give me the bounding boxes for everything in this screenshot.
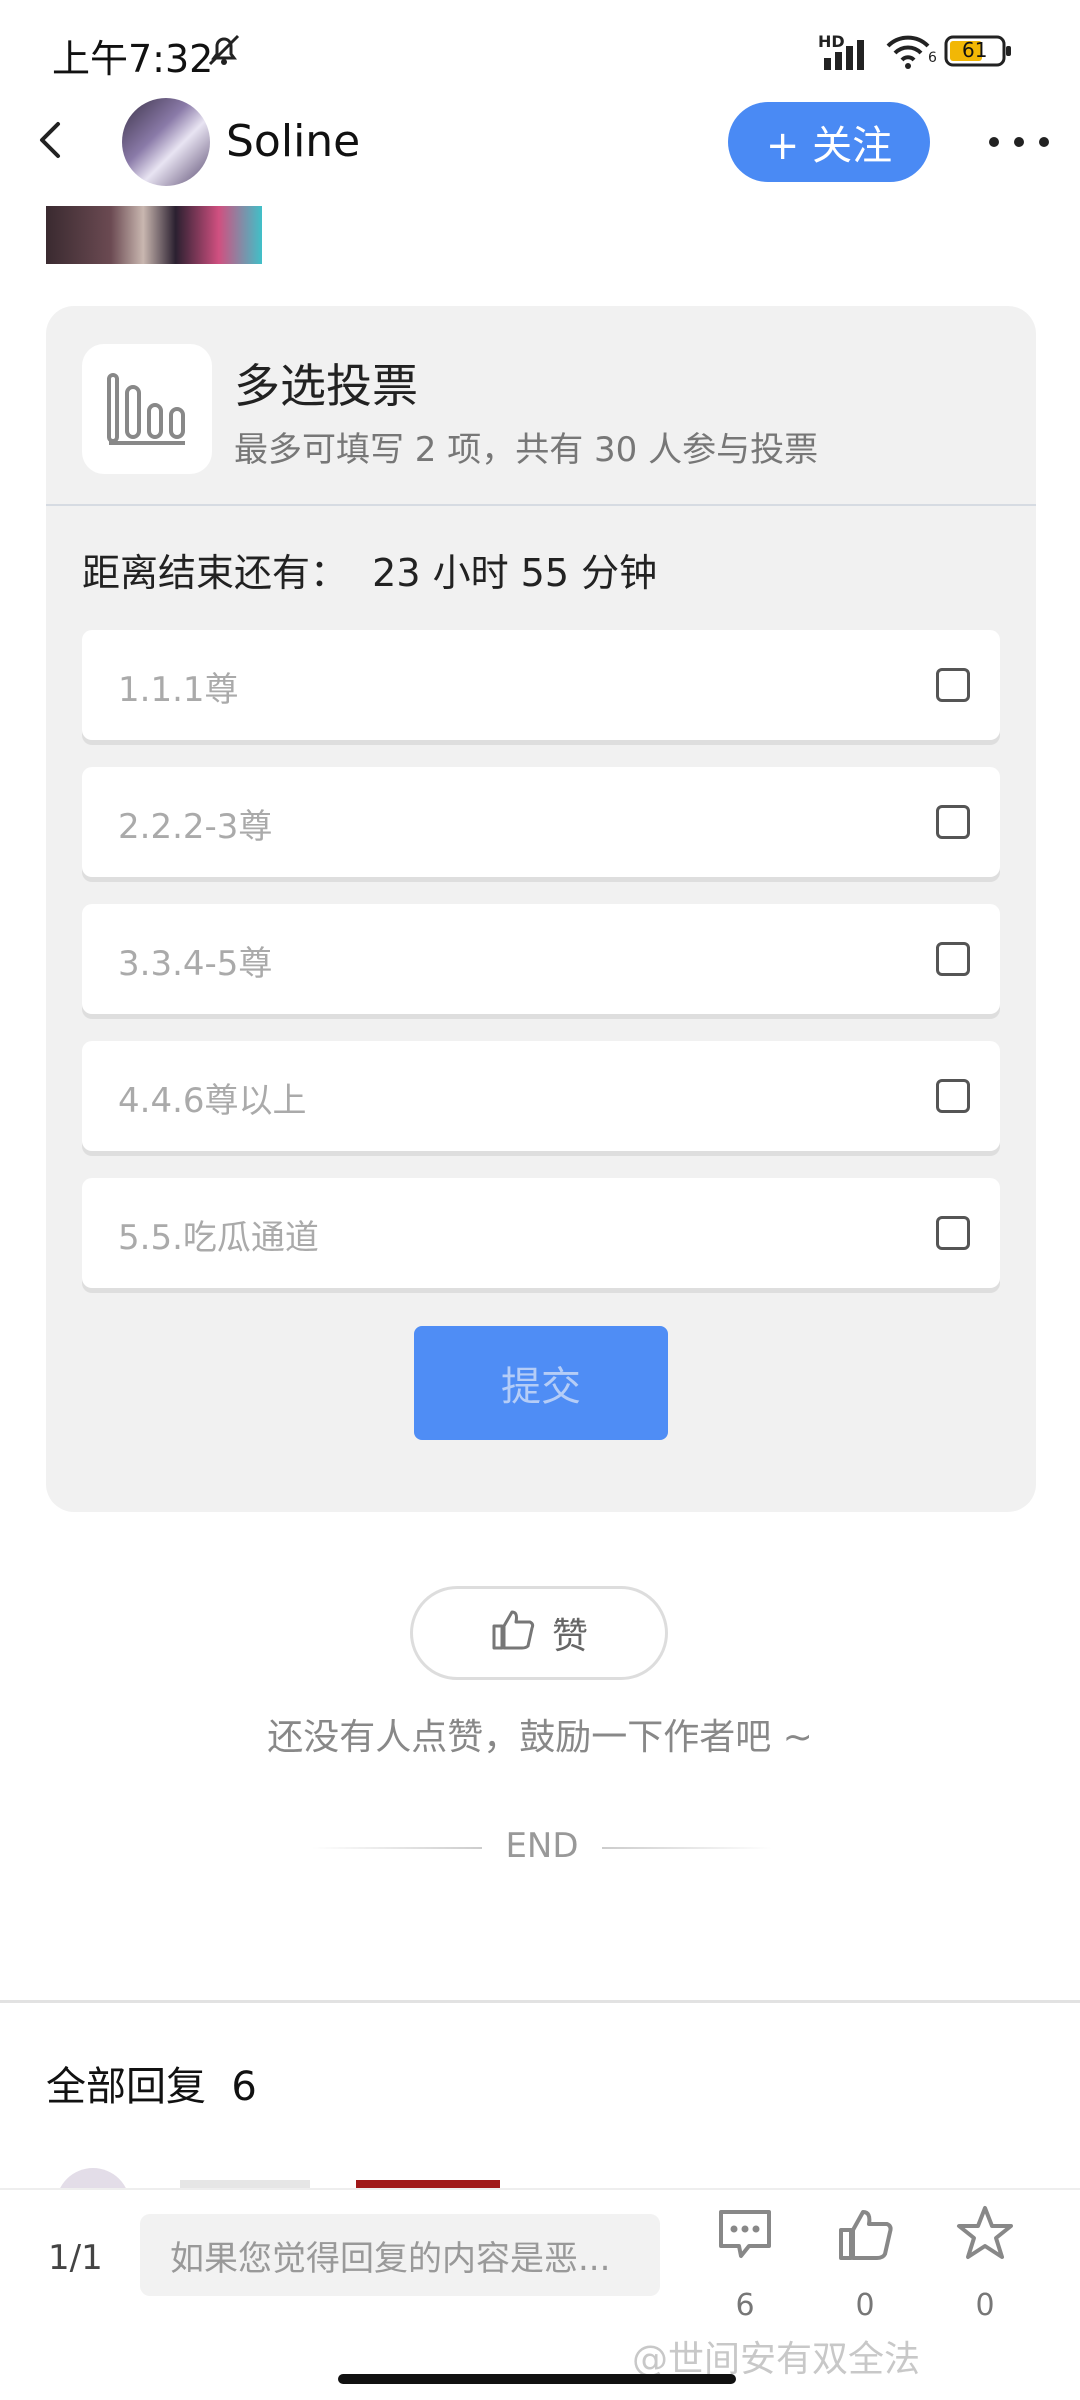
checkbox[interactable] <box>936 805 970 839</box>
status-bar: 上午7:32 HD 6 61 <box>0 0 1080 100</box>
like-button[interactable]: 赞 <box>410 1586 668 1680</box>
follow-button[interactable]: + 关注 <box>728 102 930 182</box>
battery-level: 61 <box>962 38 988 62</box>
poll-option[interactable]: 1.1.1尊 <box>82 630 1000 740</box>
home-indicator[interactable] <box>338 2374 736 2384</box>
checkbox[interactable] <box>936 1079 970 1113</box>
like-action-button[interactable]: 0 <box>820 2204 910 2324</box>
poll-option[interactable]: 5.5.吃瓜通道 <box>82 1178 1000 1288</box>
reply-input[interactable]: 如果您觉得回复的内容是恶... <box>140 2214 660 2296</box>
poll-title: 多选投票 <box>234 359 418 413</box>
wifi-icon <box>884 32 932 76</box>
poll-option-label: 5.5.吃瓜通道 <box>118 1218 319 1258</box>
post-image[interactable] <box>46 206 262 264</box>
poll-option[interactable]: 4.4.6尊以上 <box>82 1041 1000 1151</box>
like-label: 赞 <box>551 1616 588 1657</box>
poll-card: 多选投票 最多可填写 2 项，共有 30 人参与投票 距离结束还有： 23 小时… <box>46 306 1036 1512</box>
checkbox[interactable] <box>936 1216 970 1250</box>
bell-off-icon <box>204 30 244 74</box>
back-button[interactable] <box>30 118 74 162</box>
favorite-button[interactable]: 0 <box>940 2204 1030 2324</box>
more-icon <box>984 137 1054 166</box>
poll-option-label: 1.1.1尊 <box>118 670 239 710</box>
author-avatar[interactable] <box>122 98 210 186</box>
page-indicator[interactable]: 1/1 <box>48 2238 103 2278</box>
poll-option-label: 4.4.6尊以上 <box>118 1081 307 1121</box>
bar-chart-icon <box>105 365 189 453</box>
divider <box>46 504 1036 506</box>
checkbox[interactable] <box>936 668 970 702</box>
more-button[interactable] <box>984 122 1054 162</box>
author-username[interactable]: Soline <box>226 116 360 167</box>
end-divider-right <box>602 1847 772 1849</box>
end-label: END <box>505 1826 579 1866</box>
back-icon <box>30 122 74 166</box>
poll-option[interactable]: 2.2.2-3尊 <box>82 767 1000 877</box>
favorite-count: 0 <box>975 2288 995 2323</box>
end-divider-left <box>312 1847 482 1849</box>
poll-icon-tile <box>82 344 212 474</box>
submit-button[interactable]: 提交 <box>414 1326 668 1440</box>
checkbox[interactable] <box>936 942 970 976</box>
signal-icon <box>822 36 872 76</box>
battery-icon: 61 <box>944 34 1011 67</box>
wifi-sub: 6 <box>928 50 937 66</box>
like-hint: 还没有人点赞，鼓励一下作者吧 ~ <box>267 1717 813 1758</box>
poll-subtitle: 最多可填写 2 项，共有 30 人参与投票 <box>234 430 819 470</box>
thumbs-up-icon <box>490 1606 536 1661</box>
poll-countdown: 距离结束还有： 23 小时 55 分钟 <box>82 551 658 595</box>
poll-option[interactable]: 3.3.4-5尊 <box>82 904 1000 1014</box>
comment-button[interactable]: 6 <box>700 2204 790 2324</box>
section-divider <box>0 2000 1080 2003</box>
status-time: 上午7:32 <box>52 37 214 81</box>
poll-option-label: 2.2.2-3尊 <box>118 807 273 847</box>
comment-count: 6 <box>735 2288 755 2323</box>
like-count: 0 <box>855 2288 875 2323</box>
replies-title: 全部回复 6 <box>46 2064 257 2110</box>
poll-option-label: 3.3.4-5尊 <box>118 944 273 984</box>
